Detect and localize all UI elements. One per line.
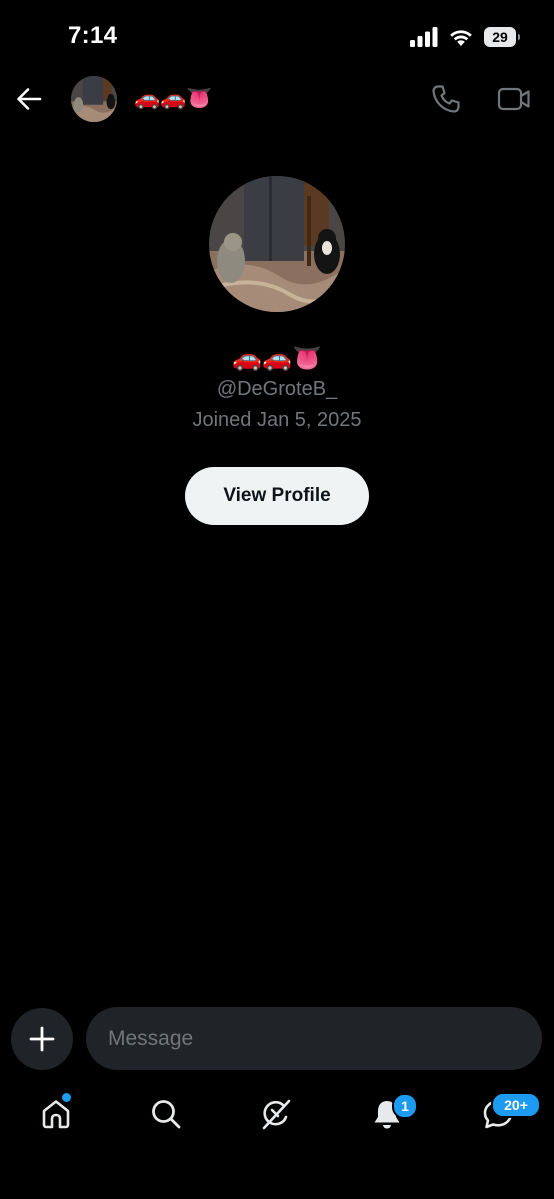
conversation-header: 🚗🚗👅 <box>0 74 554 124</box>
video-call-button[interactable] <box>496 83 532 115</box>
wifi-icon <box>450 30 472 46</box>
profile-display-name: 🚗🚗👅 <box>232 345 322 372</box>
search-icon <box>152 1100 181 1129</box>
profile-avatar[interactable] <box>209 176 345 312</box>
status-icons: 29 <box>410 25 520 49</box>
view-profile-button[interactable]: View Profile <box>185 467 369 525</box>
home-icon <box>42 1100 70 1129</box>
back-button[interactable] <box>14 84 44 114</box>
grok-icon <box>262 1099 291 1130</box>
notifications-badge: 1 <box>392 1093 418 1119</box>
add-attachment-button[interactable] <box>11 1008 73 1070</box>
cellular-signal-icon <box>410 27 438 47</box>
tab-search[interactable] <box>146 1094 186 1134</box>
profile-handle: @DeGroteB_ <box>216 378 338 400</box>
status-bar: 7:14 29 <box>0 0 554 74</box>
status-time: 7:14 <box>68 22 118 49</box>
message-placeholder: Message <box>108 1026 194 1050</box>
bottom-tab-bar <box>0 1080 554 1150</box>
phone-icon <box>432 85 460 113</box>
avatar-image <box>71 76 117 122</box>
battery-indicator: 29 <box>484 27 520 47</box>
plus-icon <box>29 1026 55 1052</box>
message-input[interactable]: Message <box>86 1007 542 1070</box>
profile-joined-date: Joined Jan 5, 2025 <box>192 409 362 431</box>
call-button[interactable] <box>430 83 462 115</box>
avatar-image <box>209 176 345 312</box>
home-indicator <box>205 1183 349 1188</box>
header-avatar[interactable] <box>71 76 117 122</box>
arrow-left-icon <box>17 88 42 110</box>
header-display-name[interactable]: 🚗🚗👅 <box>134 86 212 112</box>
tab-grok[interactable] <box>256 1094 296 1134</box>
video-camera-icon <box>497 87 530 111</box>
messages-badge: 20+ <box>491 1092 541 1118</box>
home-notification-dot <box>62 1093 71 1102</box>
